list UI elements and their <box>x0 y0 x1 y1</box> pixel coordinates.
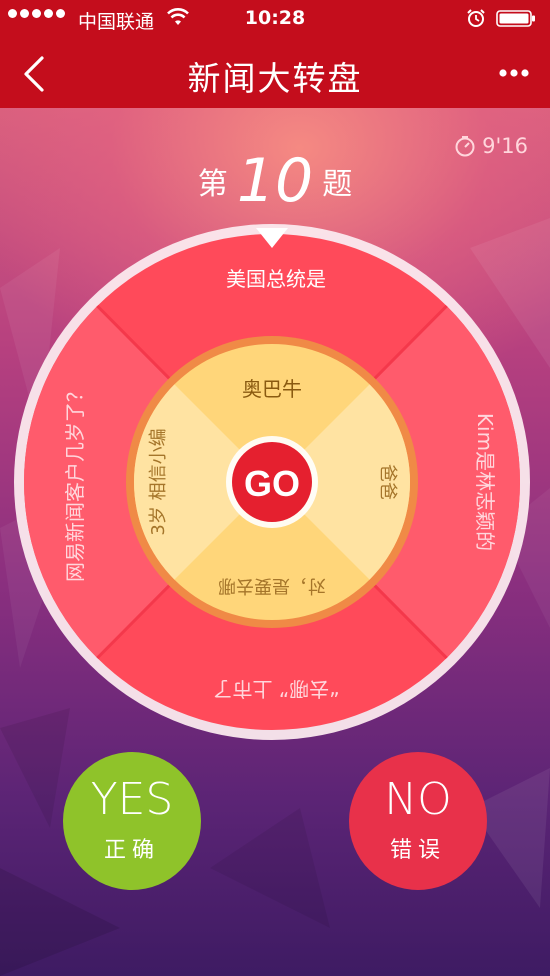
inner-segment-left: 3岁 相信小编 <box>148 428 169 535</box>
status-bar: 中国联通 10:28 <box>0 0 550 38</box>
page-title: 新闻大转盘 <box>187 59 363 98</box>
outer-segment-right: Kim是林志颖的 <box>473 413 497 551</box>
yes-label: YES <box>90 774 174 825</box>
battery-icon <box>496 10 535 27</box>
outer-segment-left: 网易新闻客户几岁了？ <box>63 382 87 582</box>
inner-segment-top: 奥巴牛 <box>242 377 302 401</box>
outer-segment-top: 美国总统是 <box>226 267 326 291</box>
no-label: NO <box>384 774 452 825</box>
alarm-clock-icon <box>467 9 485 27</box>
navigation-bar: 新闻大转盘 <box>0 38 550 108</box>
more-options-button[interactable] <box>498 68 530 78</box>
yes-sublabel: 正确 <box>103 838 160 863</box>
outer-segment-bottom: “去哪” 上市了 <box>212 677 339 701</box>
no-sublabel: 错误 <box>389 838 446 863</box>
go-label: GO <box>244 463 300 504</box>
no-button[interactable]: NO 错误 <box>349 752 487 890</box>
yes-button[interactable]: YES 正确 <box>63 752 201 890</box>
inner-segment-bottom: 对，是要去哪 <box>218 575 326 596</box>
inner-segment-right: 爸爸 <box>377 464 398 500</box>
quiz-content: 9'16 第 10 题 GO 美国总统是 Kim是林志颖的 “去哪” 上市了 网… <box>0 108 550 976</box>
